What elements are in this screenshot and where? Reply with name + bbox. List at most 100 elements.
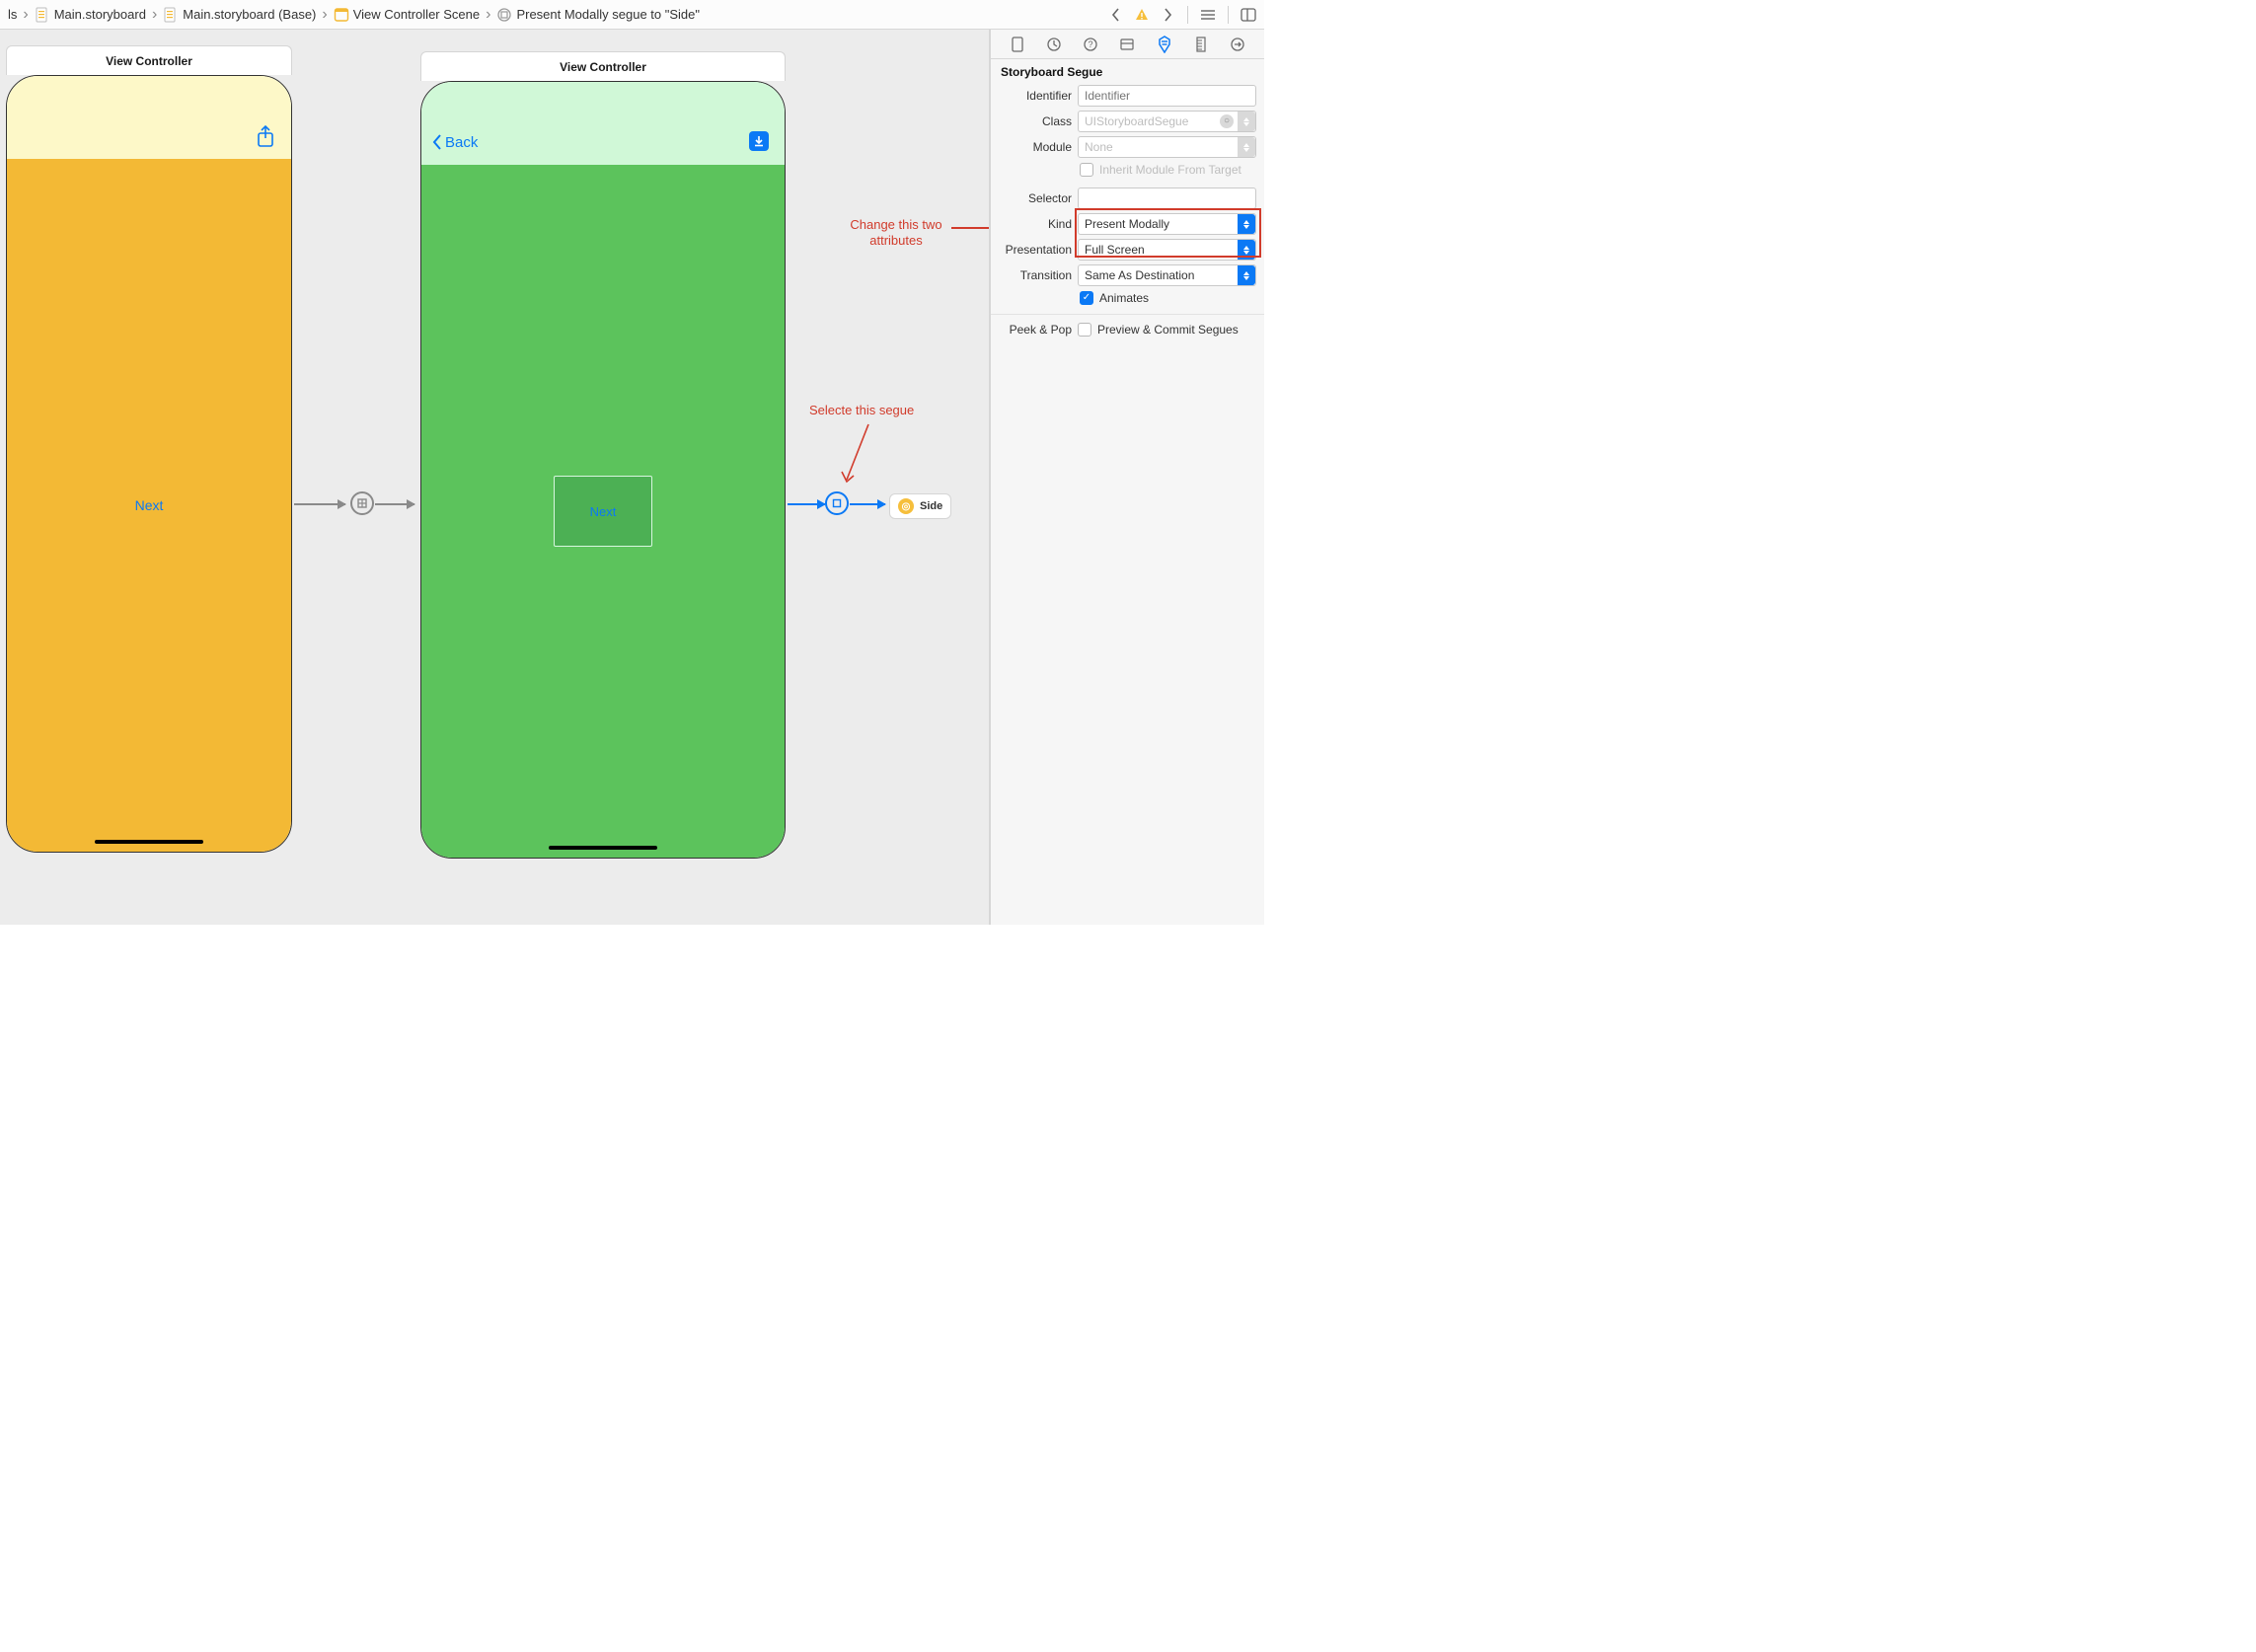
annotation-select-segue: Selecte this segue xyxy=(809,403,914,418)
module-select[interactable]: None xyxy=(1078,136,1256,158)
download-icon[interactable] xyxy=(749,131,769,151)
presentation-select[interactable]: Full Screen xyxy=(1078,239,1256,261)
animates-row: Animates xyxy=(991,288,1264,308)
breadcrumb-item-0[interactable]: ls xyxy=(6,7,19,22)
breadcrumb-label: Main.storyboard xyxy=(54,7,146,22)
identifier-input[interactable] xyxy=(1078,85,1256,107)
breadcrumb-bar: ls Main.storyboard Main.storyboard (Base… xyxy=(0,0,1264,30)
toolbar-divider xyxy=(1187,6,1188,24)
home-indicator xyxy=(549,846,657,850)
view-controller-1[interactable]: View Controller Next xyxy=(6,45,292,853)
class-row: Class UIStoryboardSegue ○ xyxy=(991,109,1264,134)
chevron-updown-icon xyxy=(1238,240,1255,260)
annotation-change-attributes: Change this two attributes xyxy=(837,217,955,250)
back-label: Back xyxy=(445,134,478,151)
class-label: Class xyxy=(991,114,1072,128)
inspector-tabs: ? xyxy=(991,30,1264,59)
selector-row: Selector xyxy=(991,186,1264,211)
view-controller-2[interactable]: View Controller Back Next xyxy=(420,51,786,859)
presentation-row: Presentation Full Screen xyxy=(991,237,1264,263)
breadcrumb-label: Present Modally segue to "Side" xyxy=(516,7,700,22)
selector-label: Selector xyxy=(991,191,1072,205)
transition-value: Same As Destination xyxy=(1085,268,1194,282)
adjust-editor-icon[interactable] xyxy=(1239,5,1258,25)
segue-arrow-selected-b[interactable] xyxy=(850,503,885,505)
segue-icon-push[interactable] xyxy=(350,491,374,515)
phone-frame-1: Next xyxy=(6,75,292,853)
breadcrumb-separator xyxy=(320,6,329,24)
size-inspector-tab-icon[interactable] xyxy=(1190,34,1212,55)
transition-select[interactable]: Same As Destination xyxy=(1078,264,1256,286)
storyboard-ref-icon: ◎ xyxy=(898,498,914,514)
nav-forward-button[interactable] xyxy=(1158,5,1177,25)
chevron-updown-icon xyxy=(1238,112,1255,131)
peek-pop-label: Peek & Pop xyxy=(991,323,1072,337)
breadcrumb-label: Main.storyboard (Base) xyxy=(183,7,316,22)
breadcrumb-separator xyxy=(150,6,159,24)
identifier-row: Identifier xyxy=(991,83,1264,109)
segue-arrow-selected-a[interactable] xyxy=(788,503,825,505)
toolbar-divider xyxy=(1228,6,1229,24)
module-value: None xyxy=(1085,140,1113,154)
nav-bar-area xyxy=(7,76,291,159)
nav-back-button[interactable] xyxy=(1106,5,1126,25)
class-select[interactable]: UIStoryboardSegue ○ xyxy=(1078,111,1256,132)
container-view-next[interactable]: Next xyxy=(554,476,652,547)
segue-icon-modal-selected[interactable] xyxy=(825,491,849,515)
connections-inspector-tab-icon[interactable] xyxy=(1227,34,1248,55)
clear-icon[interactable]: ○ xyxy=(1220,114,1234,128)
nav-bar-area: Back xyxy=(421,82,785,165)
peek-pop-option: Preview & Commit Segues xyxy=(1097,323,1239,337)
storyboard-file-icon xyxy=(163,7,179,23)
storyboard-canvas[interactable]: View Controller Next View Controller xyxy=(0,30,990,925)
class-value: UIStoryboardSegue xyxy=(1085,114,1188,128)
annotation-arrow-attributes xyxy=(951,227,990,229)
inherit-module-label: Inherit Module From Target xyxy=(1099,163,1241,177)
vc-title-bar[interactable]: View Controller xyxy=(6,45,292,75)
transition-row: Transition Same As Destination xyxy=(991,263,1264,288)
history-inspector-tab-icon[interactable] xyxy=(1043,34,1065,55)
breadcrumb-label: View Controller Scene xyxy=(353,7,480,22)
inspector-panel: ? Storyboard Segue Identifier Class UISt… xyxy=(990,30,1264,925)
chevron-down-icon xyxy=(1238,137,1255,157)
segue-arrow-1b[interactable] xyxy=(375,503,414,505)
breadcrumb-item-2[interactable]: Main.storyboard (Base) xyxy=(161,7,318,23)
peek-pop-row: Peek & Pop Preview & Commit Segues xyxy=(991,321,1264,338)
peek-pop-checkbox[interactable] xyxy=(1078,323,1091,337)
outline-view-icon[interactable] xyxy=(1198,5,1218,25)
phone-frame-2: Back Next xyxy=(420,81,786,859)
issues-warning-icon[interactable] xyxy=(1132,5,1152,25)
next-label: Next xyxy=(590,504,617,519)
selector-input[interactable] xyxy=(1078,188,1256,209)
back-button[interactable]: Back xyxy=(431,133,478,151)
inspector-section-title: Storyboard Segue xyxy=(991,59,1264,83)
storyboard-file-icon xyxy=(35,7,50,23)
home-indicator xyxy=(95,840,203,844)
module-label: Module xyxy=(991,140,1072,154)
side-label: Side xyxy=(920,500,942,512)
svg-text:?: ? xyxy=(1089,39,1093,49)
module-row: Module None xyxy=(991,134,1264,160)
breadcrumb-separator xyxy=(21,6,30,24)
inherit-module-checkbox[interactable] xyxy=(1080,163,1093,177)
identity-inspector-tab-icon[interactable] xyxy=(1116,34,1138,55)
share-icon[interactable] xyxy=(256,125,275,152)
help-inspector-tab-icon[interactable]: ? xyxy=(1080,34,1101,55)
vc-title-bar[interactable]: View Controller xyxy=(420,51,786,81)
animates-label: Animates xyxy=(1099,291,1149,305)
breadcrumb-item-3[interactable]: View Controller Scene xyxy=(332,7,482,23)
side-reference-badge[interactable]: ◎ Side xyxy=(889,493,951,519)
breadcrumb-item-1[interactable]: Main.storyboard xyxy=(33,7,148,23)
file-inspector-tab-icon[interactable] xyxy=(1007,34,1028,55)
breadcrumb-label: ls xyxy=(8,7,17,22)
animates-checkbox[interactable] xyxy=(1080,291,1093,305)
vc2-body: Next xyxy=(421,165,785,858)
segue-arrow-1[interactable] xyxy=(294,503,345,505)
chevron-updown-icon xyxy=(1238,265,1255,285)
next-button[interactable]: Next xyxy=(135,497,164,513)
presentation-label: Presentation xyxy=(991,243,1072,257)
chevron-updown-icon xyxy=(1238,214,1255,234)
kind-select[interactable]: Present Modally xyxy=(1078,213,1256,235)
attributes-inspector-tab-icon[interactable] xyxy=(1154,34,1175,55)
breadcrumb-item-4[interactable]: Present Modally segue to "Side" xyxy=(494,7,702,23)
